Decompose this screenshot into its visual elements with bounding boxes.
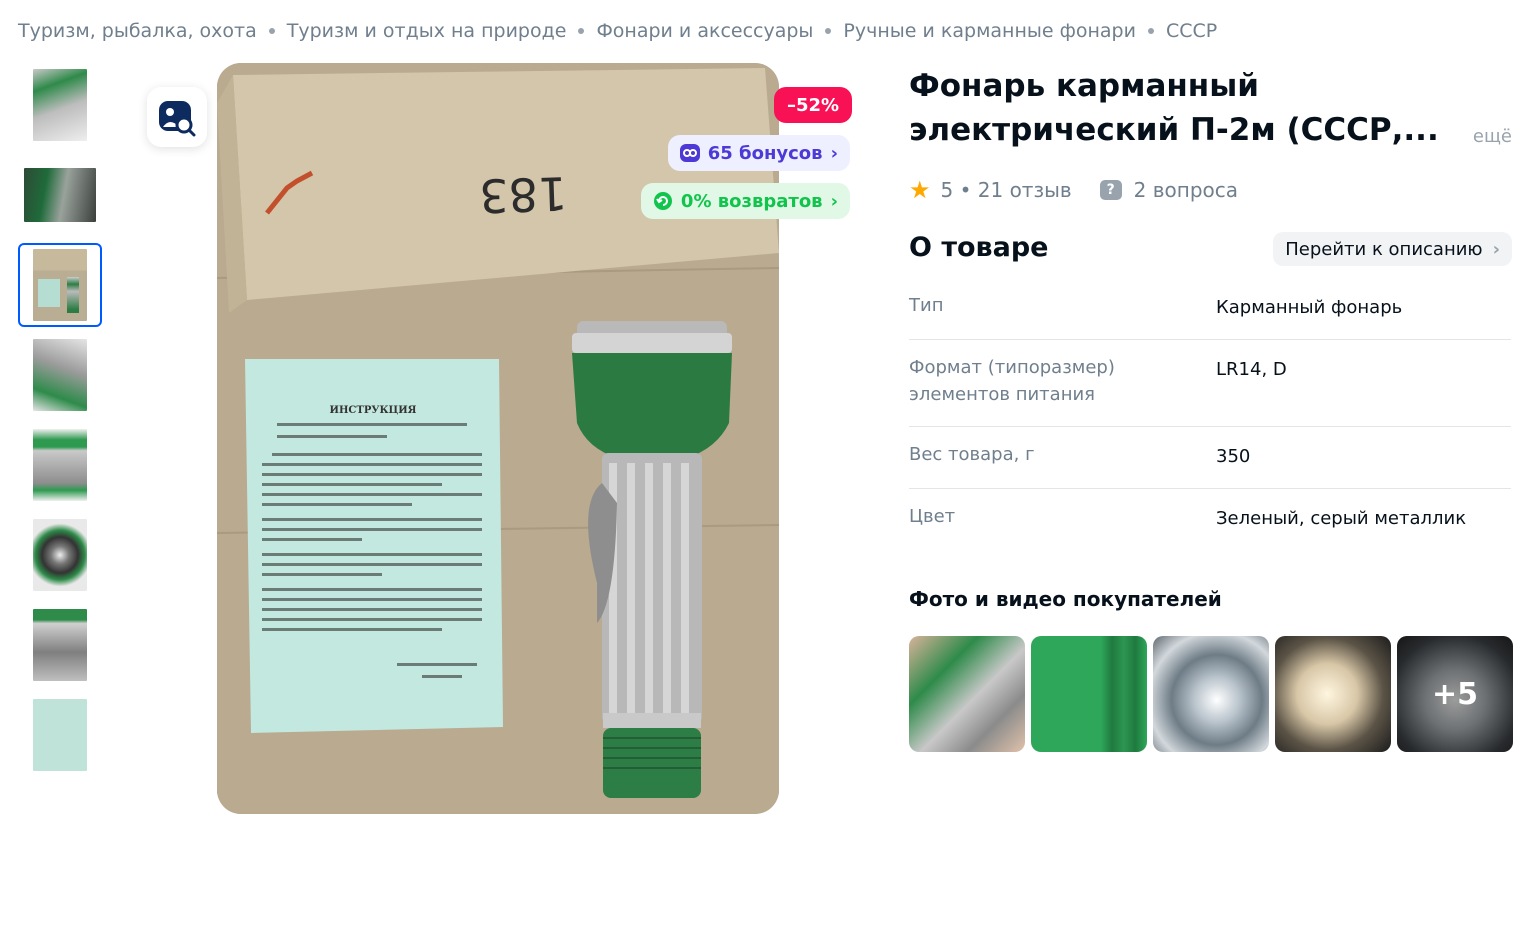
thumbnail-3-selected[interactable] — [18, 243, 102, 327]
spec-name: Цвет — [909, 506, 956, 527]
breadcrumb-separator — [825, 28, 832, 34]
spec-name: Тип — [909, 295, 944, 316]
instruction-title: ИНСТРУКЦИЯ — [330, 405, 417, 416]
breadcrumb-item-outdoor[interactable]: Туризм и отдых на природе — [287, 20, 567, 42]
questions-link[interactable]: 2 вопроса — [1134, 178, 1238, 202]
customer-photo-1[interactable] — [909, 636, 1025, 752]
bonus-label: 65 бонусов — [707, 142, 823, 164]
thumbnail-5[interactable] — [18, 423, 102, 507]
customer-photos-title: Фото и видео покупателей — [909, 587, 1222, 611]
return-icon — [653, 192, 672, 210]
returns-badge[interactable]: 0% возвратов › — [640, 183, 850, 219]
spec-value: LR14, D — [1216, 359, 1287, 380]
thumbnail-7[interactable] — [18, 603, 102, 687]
thumbnail-6[interactable] — [18, 513, 102, 597]
rating-separator: • — [953, 178, 978, 202]
rating-value: 5 — [940, 178, 954, 202]
customer-photo-4[interactable] — [1275, 636, 1391, 752]
breadcrumb-item-ussr[interactable]: СССР — [1166, 20, 1217, 42]
go-to-description-label: Перейти к описанию — [1285, 238, 1483, 260]
question-icon: ? — [1099, 180, 1122, 200]
breadcrumb-separator — [578, 28, 585, 34]
chevron-right-icon: › — [830, 142, 838, 164]
spec-value: 350 — [1216, 446, 1251, 467]
chevron-right-icon: › — [830, 190, 838, 212]
specs-table: Тип Карманный фонарь Формат (типоразмер)… — [909, 278, 1511, 550]
product-photo: 183 ИНСТРУКЦИЯ — [217, 63, 779, 814]
spec-row: Вес товара, г 350 — [909, 427, 1511, 489]
more-photos-count: +5 — [1397, 636, 1513, 752]
visual-search-button[interactable] — [147, 87, 207, 147]
spec-row: Формат (типоразмер) элементов питания LR… — [909, 340, 1511, 427]
about-section-title: О товаре — [909, 232, 1049, 263]
show-more-title-link[interactable]: ещё — [1473, 126, 1512, 147]
photo-search-icon — [159, 101, 196, 137]
breadcrumb-separator — [1147, 28, 1154, 34]
discount-badge: –52% — [774, 87, 853, 123]
spec-name: Формат (типоразмер) элементов питания — [909, 357, 1115, 405]
reviews-link[interactable]: 21 отзыв — [978, 178, 1072, 202]
spec-name: Вес товара, г — [909, 444, 1035, 465]
breadcrumb-separator — [268, 28, 275, 34]
main-product-image[interactable]: 183 ИНСТРУКЦИЯ — [217, 63, 779, 814]
breadcrumb-item-hand-flashlights[interactable]: Ручные и карманные фонари — [843, 20, 1136, 42]
bonus-icon — [679, 144, 700, 162]
thumbnail-8[interactable] — [18, 693, 102, 777]
bonus-badge[interactable]: 65 бонусов › — [667, 135, 850, 171]
spec-row: Цвет Зеленый, серый металлик — [909, 489, 1511, 550]
thumbnail-1[interactable] — [18, 63, 102, 147]
customer-photos: +5 — [909, 636, 1513, 752]
breadcrumb: Туризм, рыбалка, охота Туризм и отдых на… — [18, 20, 1217, 42]
product-title: Фонарь карманный электрический П-2м (ССС… — [909, 68, 1439, 148]
spec-row: Тип Карманный фонарь — [909, 278, 1511, 340]
spec-value: Карманный фонарь — [1216, 297, 1403, 318]
breadcrumb-item-flashlights[interactable]: Фонари и аксессуары — [596, 20, 813, 42]
customer-photo-3[interactable] — [1153, 636, 1269, 752]
rating-row: ★ 5 • 21 отзыв ? 2 вопроса — [909, 176, 1238, 204]
customer-photo-2[interactable] — [1031, 636, 1147, 752]
chevron-right-icon: › — [1492, 238, 1500, 260]
thumbnail-2[interactable] — [18, 153, 102, 237]
returns-label: 0% возвратов — [680, 190, 823, 212]
thumbnail-4[interactable] — [18, 333, 102, 417]
spec-value: Зеленый, серый металлик — [1216, 508, 1467, 529]
breadcrumb-item-tourism[interactable]: Туризм, рыбалка, охота — [18, 20, 257, 42]
star-icon: ★ — [909, 176, 931, 204]
customer-photo-5-more[interactable]: +5 — [1397, 636, 1513, 752]
go-to-description-button[interactable]: Перейти к описанию › — [1273, 232, 1512, 266]
box-number: 183 — [478, 166, 568, 223]
